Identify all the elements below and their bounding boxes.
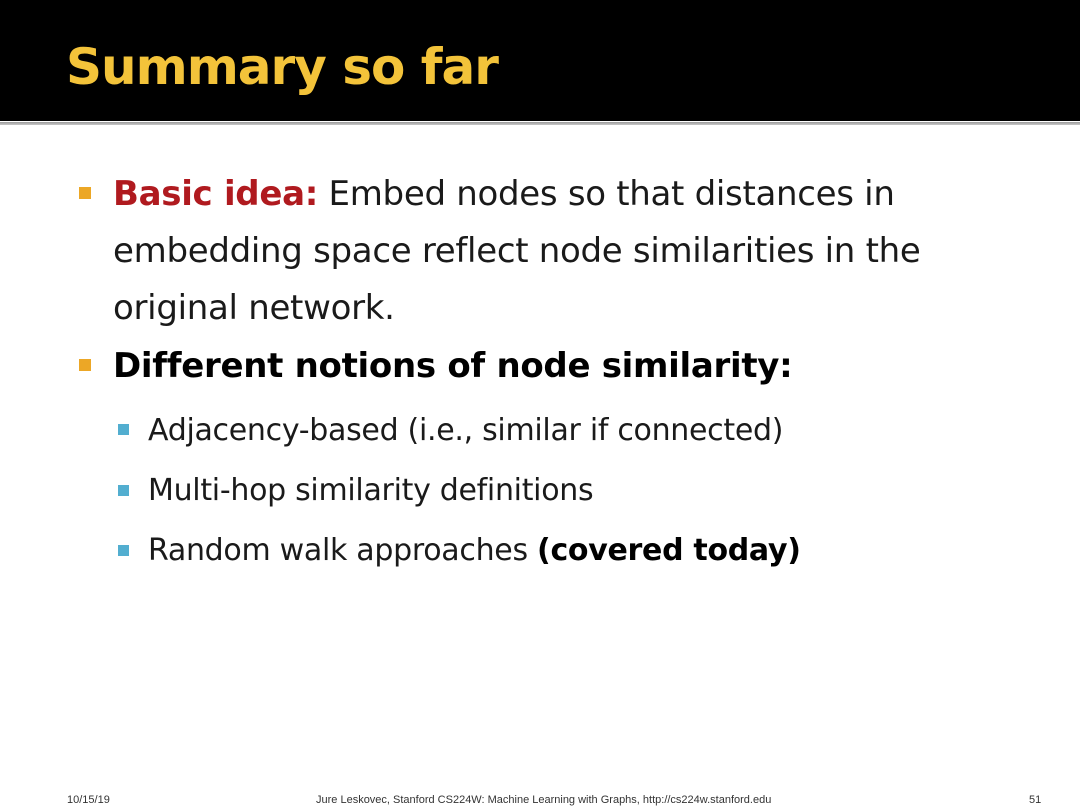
footer-date: 10/15/19 <box>67 794 110 806</box>
basic-idea-label: Basic idea: <box>113 174 319 214</box>
sub-bullet-multi-hop: Multi-hop similarity definitions <box>148 473 594 508</box>
covered-today-note: (covered today) <box>537 533 801 568</box>
sub-bullet-square-icon <box>118 485 129 496</box>
sub-bullet-adjacency: Adjacency-based (i.e., similar if connec… <box>148 413 784 448</box>
sub-bullet-square-icon <box>118 545 129 556</box>
random-walk-text: Random walk approaches <box>148 533 538 568</box>
page-number: 51 <box>1029 794 1042 806</box>
footer-credit: Jure Leskovec, Stanford CS224W: Machine … <box>316 794 772 806</box>
bullet-basic-idea: Basic idea: Embed nodes so that distance… <box>113 166 1013 337</box>
bullet-square-icon <box>79 359 91 371</box>
sub-bullet-square-icon <box>118 424 129 435</box>
bullet-square-icon <box>79 187 91 199</box>
sub-bullet-random-walk: Random walk approaches (covered today) <box>148 531 801 571</box>
slide-content: Basic idea: Embed nodes so that distance… <box>0 0 1080 810</box>
bullet-similarity-notions: Different notions of node similarity: <box>113 346 793 386</box>
